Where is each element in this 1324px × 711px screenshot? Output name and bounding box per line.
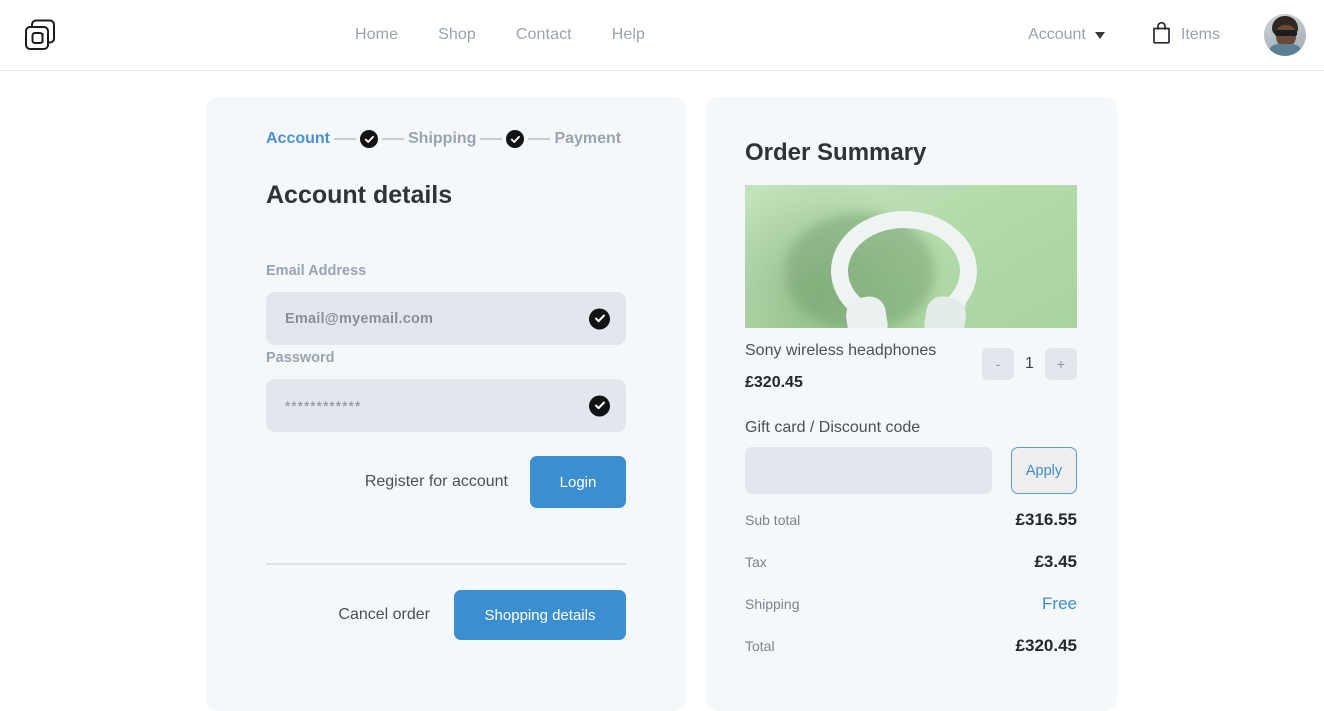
subtotal-value: £316.55 [1015,510,1077,529]
header-actions: Account Items [1028,0,1306,70]
product-price: £320.45 [745,374,803,391]
password-field-label: Password [266,350,335,366]
step-connector [382,138,404,140]
shipping-value: Free [1042,594,1077,613]
cart-items-label: Items [1180,26,1220,43]
user-avatar[interactable] [1264,14,1306,56]
nav-link-help[interactable]: Help [612,26,645,44]
form-divider [266,563,626,565]
password-field-value: ************ [285,398,362,413]
apply-discount-button[interactable]: Apply [1011,447,1077,494]
checkout-page: Account Shipping Payment Account details… [0,71,1324,711]
nav-link-shop[interactable]: Shop [438,26,476,44]
subtotal-row: Sub total £316.55 [745,510,1077,532]
site-header: Home Shop Contact Help Account Items [0,0,1324,71]
quantity-stepper: - 1 + [982,348,1077,380]
avatar-sunglasses [1275,30,1297,36]
step-connector [528,138,551,140]
cart-items-button[interactable]: Items [1151,21,1220,49]
product-name: Sony wireless headphones [745,342,937,359]
register-for-account-link[interactable]: Register for account [365,473,508,491]
account-dropdown[interactable]: Account [1028,26,1105,44]
discount-code-input[interactable] [745,447,992,494]
product-line-item: Sony wireless headphones £320.45 - 1 + [745,342,1077,404]
email-field[interactable]: Email@myemail.com [266,292,626,345]
check-circle-icon [589,308,610,329]
account-dropdown-label: Account [1028,26,1086,43]
quantity-increment-button[interactable]: + [1045,348,1077,380]
tax-row: Tax £3.45 [745,552,1077,574]
cancel-order-button[interactable]: Cancel order [338,606,430,624]
order-actions: Cancel order Shopping details [266,590,626,640]
step-connector [480,138,503,140]
shipping-label: Shipping [745,596,800,612]
shopping-details-button[interactable]: Shopping details [454,590,626,640]
check-circle-icon [360,130,378,148]
login-button[interactable]: Login [530,456,626,508]
avatar-shirt [1268,44,1302,56]
discount-code-label: Gift card / Discount code [745,419,921,436]
nav-link-contact[interactable]: Contact [516,26,572,44]
login-actions: Register for account Login [266,456,626,508]
step-payment[interactable]: Payment [554,130,621,148]
total-label: Total [745,638,775,654]
shopping-bag-icon [1151,21,1172,49]
check-circle-icon [589,395,610,416]
step-shipping[interactable]: Shipping [408,130,476,148]
tax-value: £3.45 [1034,552,1077,571]
email-field-label: Email Address [266,263,367,279]
password-field[interactable]: ************ [266,379,626,432]
check-circle-icon [506,130,525,148]
chevron-down-icon [1094,31,1105,39]
nav-link-home[interactable]: Home [355,26,398,44]
subtotal-label: Sub total [745,512,801,528]
quantity-value: 1 [1025,355,1034,372]
account-details-card: Account Shipping Payment Account details… [206,97,686,711]
order-summary-title: Order Summary [745,139,927,166]
overlapping-squares-logo-icon[interactable] [22,17,60,55]
quantity-decrement-button[interactable]: - [982,348,1014,380]
tax-label: Tax [745,554,767,570]
checkout-stepper: Account Shipping Payment [266,130,621,148]
total-row: Total £320.45 [745,636,1077,658]
main-navigation: Home Shop Contact Help [355,0,645,70]
product-image [745,185,1077,328]
page-title: Account details [266,181,453,209]
step-connector [334,138,356,140]
total-value: £320.45 [1015,636,1077,655]
email-field-value: Email@myemail.com [285,310,434,327]
step-account[interactable]: Account [266,130,330,148]
shipping-row: Shipping Free [745,594,1077,616]
order-summary-card: Order Summary Sony wireless headphones £… [706,97,1117,711]
